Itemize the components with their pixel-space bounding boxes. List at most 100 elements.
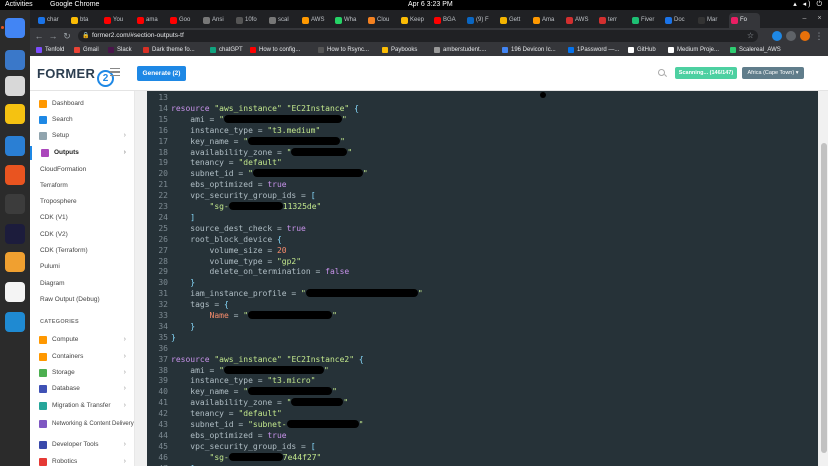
active-app-name[interactable]: Google Chrome [50, 0, 99, 10]
sidebar-output-diagram[interactable]: Diagram [30, 277, 135, 291]
sidebar-output-cdk-terraform[interactable]: CDK (Terraform) [30, 244, 135, 258]
code-text: "sg- 7e44f27" [171, 452, 321, 463]
browser-tab[interactable]: Wha [333, 13, 364, 28]
bookmark-star-icon[interactable]: ☆ [747, 30, 754, 42]
browser-tab[interactable]: Ansi [201, 13, 232, 28]
bookmark-item[interactable]: Gmail [74, 44, 99, 56]
browser-tab[interactable]: Mar [696, 13, 727, 28]
forward-icon[interactable]: → [48, 31, 58, 41]
sidebar-category-containers[interactable]: Containers › [30, 350, 135, 364]
back-icon[interactable]: ← [34, 31, 44, 41]
generate-button[interactable]: Generate (2) [137, 66, 186, 81]
browser-tab[interactable]: Ama [531, 13, 562, 28]
bookmark-item[interactable]: GitHub [628, 44, 656, 56]
browser-tab[interactable]: Fiver [630, 13, 661, 28]
sidebar-category-developer-tools[interactable]: Developer Tools › [30, 438, 135, 452]
bookmark-item[interactable]: amberstudent.... [434, 44, 486, 56]
chrome-icon[interactable] [5, 18, 25, 38]
sidebar-output-cdk-v1[interactable]: CDK (V1) [30, 211, 135, 225]
nav-label: CDK (Terraform) [40, 247, 88, 254]
extensions-puzzle-icon[interactable] [786, 31, 796, 41]
app-center-icon[interactable] [5, 165, 25, 185]
bookmark-item[interactable]: Medium Proje... [668, 44, 719, 56]
clock[interactable]: Apr 6 3:23 PM [408, 0, 453, 10]
close-icon[interactable]: × [815, 14, 824, 23]
sublime-icon[interactable] [5, 252, 25, 272]
minimize-icon[interactable]: – [800, 14, 809, 23]
sidebar-output-raw-output-debug[interactable]: Raw Output (Debug) [30, 293, 135, 307]
text-editor-icon[interactable] [5, 282, 25, 302]
libreoffice-writer-icon[interactable] [5, 136, 25, 156]
browser-tab[interactable]: Goo [168, 13, 199, 28]
code-text: root_block_device { [171, 234, 282, 244]
sidebar-item-search[interactable]: Search [30, 113, 135, 127]
hamburger-menu-icon[interactable] [110, 68, 120, 76]
former2-logo[interactable]: FORMER 2 [37, 66, 115, 87]
browser-tab[interactable]: Fo [729, 13, 760, 28]
bookmark-item[interactable]: Dark theme fo... [143, 44, 195, 56]
code-text: ami = " " [171, 114, 347, 124]
bookmark-item[interactable]: Tenfold [36, 44, 64, 56]
browser-tab[interactable]: terr [597, 13, 628, 28]
bookmark-item[interactable]: Slack [108, 44, 132, 56]
sidebar-category-migration-transfer[interactable]: Migration & Transfer › [30, 399, 135, 413]
line-number: 14 [158, 103, 168, 113]
files-icon[interactable] [5, 76, 25, 96]
browser-tab[interactable]: AWS [564, 13, 595, 28]
search-icon[interactable] [658, 69, 665, 76]
code-token: } [190, 278, 196, 288]
sidebar-output-cdk-v2[interactable]: CDK (V2) [30, 228, 135, 242]
browser-tab[interactable]: 10fo [234, 13, 265, 28]
browser-tab[interactable]: BGA [432, 13, 463, 28]
sidebar-output-terraform[interactable]: Terraform [30, 179, 135, 193]
sidebar-item-outputs[interactable]: Outputs › [30, 146, 135, 160]
reload-icon[interactable]: ↻ [62, 31, 72, 41]
browser-tab[interactable]: Doc [663, 13, 694, 28]
bookmark-item[interactable]: How to Rsync... [318, 44, 369, 56]
bookmark-item[interactable]: Scalereal_AWS [730, 44, 781, 56]
extension-icon[interactable] [772, 31, 782, 41]
sidebar-category-robotics[interactable]: Robotics › [30, 455, 135, 466]
sidebar-output-pulumi[interactable]: Pulumi [30, 260, 135, 274]
chrome-menu-icon[interactable]: ⋮ [814, 31, 824, 41]
rhythmbox-icon[interactable] [5, 104, 25, 124]
page-scrollbar[interactable] [820, 91, 828, 466]
chevron-right-icon: › [123, 402, 126, 409]
activities-button[interactable]: Activities [5, 0, 33, 10]
browser-tab[interactable]: AWS [300, 13, 331, 28]
sidebar-category-storage[interactable]: Storage › [30, 366, 135, 380]
browser-tab[interactable]: Keep [399, 13, 430, 28]
browser-tab[interactable]: You [102, 13, 133, 28]
bookmark-item[interactable]: Paybooks [382, 44, 417, 56]
sidebar-category-compute[interactable]: Compute › [30, 333, 135, 347]
bookmark-item[interactable]: chatGPT [210, 44, 243, 56]
browser-tab[interactable]: Clou [366, 13, 397, 28]
profile-avatar[interactable] [800, 31, 810, 41]
sidebar-item-dashboard[interactable]: Dashboard [30, 97, 135, 111]
scrollbar-thumb[interactable] [821, 143, 827, 453]
sidebar-category-database[interactable]: Database › [30, 382, 135, 396]
code-line: 25 source_dest_check = true [147, 223, 818, 234]
bookmark-item[interactable]: 196 Devicon Ic... [502, 44, 556, 56]
sidebar-output-troposphere[interactable]: Troposphere [30, 195, 135, 209]
region-selector[interactable]: Africa (Cape Town) ▾ [742, 67, 804, 79]
browser-tab[interactable]: char [36, 13, 67, 28]
sidebar-output-cloudformation[interactable]: CloudFormation [30, 163, 135, 177]
bookmark-item[interactable]: 1Password —... [568, 44, 619, 56]
sidebar-category-networking-content-delivery[interactable]: Networking & Content Delivery › [30, 417, 135, 431]
scanning-status-button[interactable]: Scanning... (146/147) [675, 67, 737, 79]
vscode-icon[interactable] [5, 312, 25, 332]
bookmark-item[interactable]: How to config... [250, 44, 300, 56]
browser-tab[interactable]: Gett [498, 13, 529, 28]
sidebar-item-setup[interactable]: Setup › [30, 129, 135, 143]
terminal-icon[interactable] [5, 194, 25, 214]
browser-tab[interactable]: ama [135, 13, 166, 28]
browser-tab[interactable]: scal [267, 13, 298, 28]
browser-tab[interactable]: bta [69, 13, 100, 28]
address-bar[interactable]: 🔒 former2.com/#section-outputs-tf ☆ [78, 30, 758, 42]
thunderbird-icon[interactable] [5, 50, 25, 70]
code-output-editor[interactable]: 13 14 resource "aws_instance" "EC2Instance… [147, 91, 818, 466]
system-tray-icons[interactable]: ▴ ◂) ⏻ [793, 0, 824, 10]
browser-tab[interactable]: (9) F [465, 13, 496, 28]
intellij-icon[interactable] [5, 224, 25, 244]
